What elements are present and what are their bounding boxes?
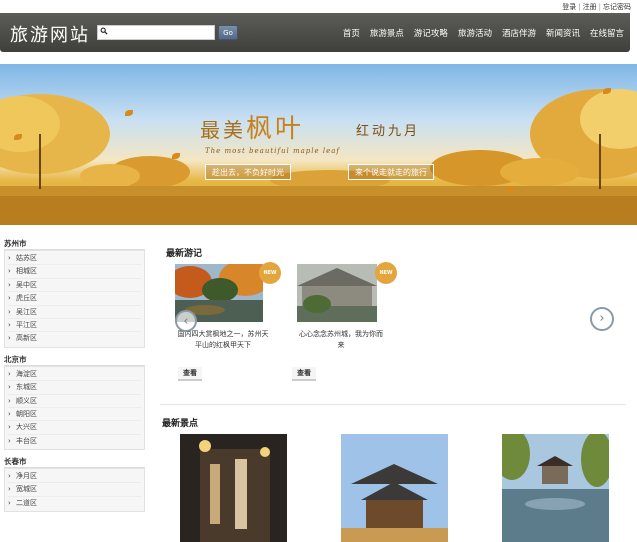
spot-photo	[502, 434, 609, 542]
search-go-button[interactable]: Go	[218, 25, 238, 40]
spot-image[interactable]	[502, 434, 609, 542]
chevron-right-icon: ›	[8, 369, 11, 378]
region-group-changchun: 长春市 › 净月区 › 宽城区 › 二道区	[4, 456, 145, 513]
carousel-next-button[interactable]: ›	[590, 307, 614, 331]
chevron-left-icon: ‹	[183, 314, 189, 329]
sidebar-item[interactable]: › 平江区	[8, 319, 141, 333]
banner-tag-1: 趁出去，不负好时光	[205, 164, 291, 180]
register-link[interactable]: 注册	[583, 3, 597, 11]
chevron-right-icon: ›	[8, 280, 11, 289]
region-group-beijing: 北京市 › 海淀区 › 东城区 › 顺义区 › 朝阳区 › 大兴区 › 丰台区	[4, 354, 145, 451]
nav-hotel-companion[interactable]: 酒店伴游	[502, 27, 536, 39]
chevron-right-icon: ›	[8, 267, 11, 276]
sidebar-item[interactable]: › 虎丘区	[8, 292, 141, 306]
top-links: 登录 | 注册 | 忘记密码	[562, 3, 631, 11]
chevron-right-icon: ›	[8, 409, 11, 418]
search-input[interactable]	[97, 25, 215, 40]
note-text[interactable]: 国内四大赏枫地之一，苏州天平山的红枫甲天下	[175, 329, 271, 351]
nav-news[interactable]: 新闻资讯	[546, 27, 580, 39]
chevron-right-icon: ›	[599, 311, 605, 326]
sidebar-item[interactable]: › 丰台区	[8, 435, 141, 448]
site-logo[interactable]: 旅游网站	[10, 21, 90, 47]
note-card[interactable]: NEW 国内四大赏枫地之一，苏州天平山的红枫甲天下	[175, 262, 281, 351]
banner-landscape	[0, 89, 637, 225]
search-box: Go	[97, 25, 238, 40]
spot-image[interactable]	[341, 434, 448, 542]
spot-photo	[341, 434, 448, 542]
sidebar-item[interactable]: › 二道区	[8, 497, 141, 510]
search-icon	[100, 27, 108, 35]
carousel-prev-button[interactable]: ‹	[175, 310, 197, 332]
view-note-button[interactable]: 查看	[178, 367, 202, 381]
sidebar-item[interactable]: › 宽城区	[8, 483, 141, 497]
sidebar-item[interactable]: › 相城区	[8, 265, 141, 279]
sidebar-item[interactable]: › 吴中区	[8, 279, 141, 293]
note-card[interactable]: NEW 心心念念苏州城，我为你而来	[297, 262, 397, 351]
sidebar-item[interactable]: › 姑苏区	[8, 252, 141, 266]
note-photo	[297, 264, 377, 322]
sidebar-item[interactable]: › 东城区	[8, 381, 141, 395]
region-group-suzhou: 苏州市 › 姑苏区 › 相城区 › 吴中区 › 虎丘区 › 吴江区 › 平江区 › 高新区	[4, 238, 145, 348]
sidebar-item[interactable]: › 高新区	[8, 332, 141, 345]
chevron-right-icon: ›	[8, 320, 11, 329]
nav-scenic-spots[interactable]: 旅游景点	[370, 27, 404, 39]
note-image[interactable]	[297, 264, 377, 322]
new-badge: NEW	[375, 262, 397, 284]
chevron-right-icon: ›	[8, 436, 11, 445]
nav-travel-notes[interactable]: 游记攻略	[414, 27, 448, 39]
chevron-right-icon: ›	[8, 307, 11, 316]
section-divider	[160, 404, 626, 405]
banner-english: The most beautiful maple leaf	[205, 147, 340, 155]
spot-photo	[180, 434, 287, 542]
chevron-right-icon: ›	[8, 423, 11, 432]
banner-subtitle: 红动九月	[356, 124, 421, 139]
header-bar: 旅游网站 Go 首页 旅游景点 游记攻略 旅游活动 酒店伴游 新闻资讯 在线留言	[0, 13, 630, 52]
nav-home[interactable]: 首页	[343, 27, 360, 39]
latest-notes-title: 最新游记	[166, 249, 203, 259]
sidebar-item[interactable]: › 海淀区	[8, 368, 141, 382]
spot-image[interactable]	[180, 434, 287, 542]
sidebar-item[interactable]: › 朝阳区	[8, 408, 141, 422]
region-sidebar: 苏州市 › 姑苏区 › 相城区 › 吴中区 › 虎丘区 › 吴江区 › 平江区 › 高新区 北…	[4, 238, 145, 518]
chevron-right-icon: ›	[8, 334, 11, 343]
view-note-button[interactable]: 查看	[292, 367, 316, 381]
main-nav: 首页 旅游景点 游记攻略 旅游活动 酒店伴游 新闻资讯 在线留言	[333, 27, 624, 39]
latest-spots-title: 最新景点	[162, 419, 199, 429]
chevron-right-icon: ›	[8, 472, 11, 481]
sidebar-item[interactable]: › 净月区	[8, 470, 141, 484]
chevron-right-icon: ›	[8, 396, 11, 405]
note-text[interactable]: 心心念念苏州城，我为你而来	[297, 329, 385, 351]
region-title: 苏州市	[4, 238, 145, 250]
sidebar-item[interactable]: › 顺义区	[8, 395, 141, 408]
new-badge: NEW	[259, 262, 281, 284]
chevron-right-icon: ›	[8, 294, 11, 303]
region-title: 北京市	[4, 354, 145, 366]
chevron-right-icon: ›	[8, 383, 11, 392]
region-title: 长春市	[4, 456, 145, 469]
chevron-right-icon: ›	[8, 485, 11, 494]
chevron-right-icon: ›	[8, 498, 11, 507]
nav-guestbook[interactable]: 在线留言	[590, 27, 624, 39]
login-link[interactable]: 登录	[562, 3, 576, 11]
chevron-right-icon: ›	[8, 254, 11, 262]
forgot-password-link[interactable]: 忘记密码	[603, 3, 631, 11]
nav-activities[interactable]: 旅游活动	[458, 27, 492, 39]
hero-banner[interactable]: 最美枫叶 红动九月 The most beautiful maple leaf …	[0, 64, 637, 225]
sidebar-item[interactable]: › 吴江区	[8, 306, 141, 319]
sidebar-item[interactable]: › 大兴区	[8, 421, 141, 435]
banner-title: 最美枫叶	[200, 114, 305, 144]
banner-tag-2: 来个说走就走的旅行	[348, 164, 434, 180]
